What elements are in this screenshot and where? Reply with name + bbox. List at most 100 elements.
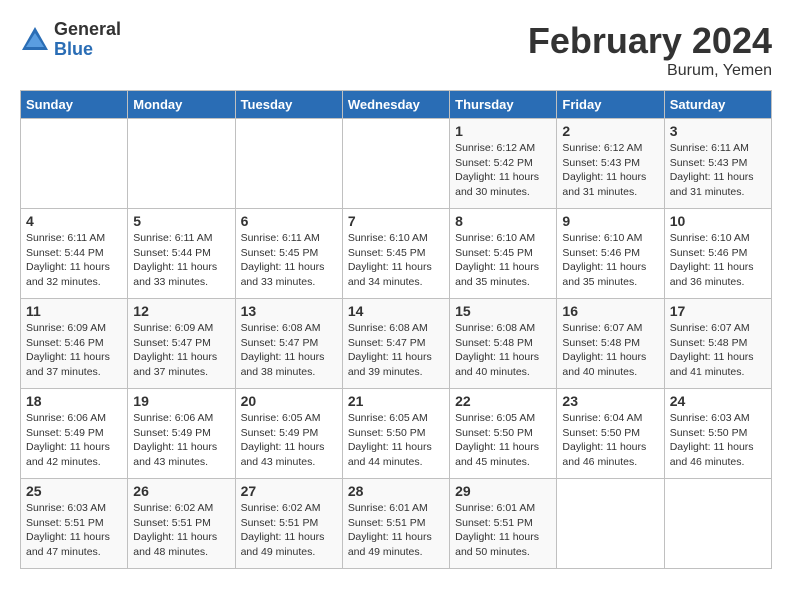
calendar-day-cell: 24 Sunrise: 6:03 AMSunset: 5:50 PMDayligh… [664,389,771,479]
col-header-thursday: Thursday [450,91,557,119]
calendar-day-cell: 19 Sunrise: 6:06 AMSunset: 5:49 PMDayligh… [128,389,235,479]
day-number: 4 [26,213,122,229]
col-header-sunday: Sunday [21,91,128,119]
day-info: Sunrise: 6:09 AMSunset: 5:46 PMDaylight:… [26,321,122,380]
day-number: 9 [562,213,658,229]
day-info: Sunrise: 6:08 AMSunset: 5:48 PMDaylight:… [455,321,551,380]
calendar-day-cell: 20 Sunrise: 6:05 AMSunset: 5:49 PMDayligh… [235,389,342,479]
day-info: Sunrise: 6:10 AMSunset: 5:45 PMDaylight:… [348,231,444,290]
calendar-day-cell: 10 Sunrise: 6:10 AMSunset: 5:46 PMDayligh… [664,209,771,299]
day-number: 26 [133,483,229,499]
calendar-day-cell: 7 Sunrise: 6:10 AMSunset: 5:45 PMDaylight… [342,209,449,299]
day-info: Sunrise: 6:07 AMSunset: 5:48 PMDaylight:… [562,321,658,380]
calendar-day-cell: 17 Sunrise: 6:07 AMSunset: 5:48 PMDayligh… [664,299,771,389]
calendar-day-cell: 21 Sunrise: 6:05 AMSunset: 5:50 PMDayligh… [342,389,449,479]
day-number: 21 [348,393,444,409]
calendar-day-cell: 2 Sunrise: 6:12 AMSunset: 5:43 PMDaylight… [557,119,664,209]
logo-general-text: General [54,20,121,40]
day-number: 8 [455,213,551,229]
day-info: Sunrise: 6:06 AMSunset: 5:49 PMDaylight:… [26,411,122,470]
calendar-day-cell [557,479,664,569]
day-number: 3 [670,123,766,139]
day-number: 29 [455,483,551,499]
logo-blue-text: Blue [54,40,121,60]
calendar-day-cell: 8 Sunrise: 6:10 AMSunset: 5:45 PMDaylight… [450,209,557,299]
day-number: 16 [562,303,658,319]
calendar-day-cell: 12 Sunrise: 6:09 AMSunset: 5:47 PMDayligh… [128,299,235,389]
day-number: 23 [562,393,658,409]
calendar-day-cell: 26 Sunrise: 6:02 AMSunset: 5:51 PMDayligh… [128,479,235,569]
day-info: Sunrise: 6:01 AMSunset: 5:51 PMDaylight:… [348,501,444,560]
day-number: 20 [241,393,337,409]
calendar-week-row: 25Sunrise: 6:03 AMSunset: 5:51 PMDayligh… [21,479,772,569]
month-year-title: February 2024 [528,20,772,62]
day-info: Sunrise: 6:08 AMSunset: 5:47 PMDaylight:… [241,321,337,380]
day-info: Sunrise: 6:02 AMSunset: 5:51 PMDaylight:… [241,501,337,560]
day-info: Sunrise: 6:03 AMSunset: 5:50 PMDaylight:… [670,411,766,470]
calendar-day-cell: 6 Sunrise: 6:11 AMSunset: 5:45 PMDaylight… [235,209,342,299]
day-info: Sunrise: 6:06 AMSunset: 5:49 PMDaylight:… [133,411,229,470]
calendar-day-cell [664,479,771,569]
day-info: Sunrise: 6:12 AMSunset: 5:42 PMDaylight:… [455,141,551,200]
day-number: 14 [348,303,444,319]
calendar-day-cell: 22 Sunrise: 6:05 AMSunset: 5:50 PMDayligh… [450,389,557,479]
logo: General Blue [20,20,121,60]
day-info: Sunrise: 6:08 AMSunset: 5:47 PMDaylight:… [348,321,444,380]
day-info: Sunrise: 6:05 AMSunset: 5:50 PMDaylight:… [348,411,444,470]
day-info: Sunrise: 6:03 AMSunset: 5:51 PMDaylight:… [26,501,122,560]
calendar-day-cell: 11 Sunrise: 6:09 AMSunset: 5:46 PMDayligh… [21,299,128,389]
logo-icon [20,25,50,55]
day-info: Sunrise: 6:10 AMSunset: 5:46 PMDaylight:… [562,231,658,290]
day-number: 11 [26,303,122,319]
calendar-day-cell: 1 Sunrise: 6:12 AMSunset: 5:42 PMDaylight… [450,119,557,209]
day-info: Sunrise: 6:05 AMSunset: 5:50 PMDaylight:… [455,411,551,470]
day-info: Sunrise: 6:07 AMSunset: 5:48 PMDaylight:… [670,321,766,380]
calendar-week-row: 18Sunrise: 6:06 AMSunset: 5:49 PMDayligh… [21,389,772,479]
day-number: 2 [562,123,658,139]
calendar-day-cell: 14 Sunrise: 6:08 AMSunset: 5:47 PMDayligh… [342,299,449,389]
day-number: 10 [670,213,766,229]
calendar-day-cell: 4 Sunrise: 6:11 AMSunset: 5:44 PMDaylight… [21,209,128,299]
day-info: Sunrise: 6:04 AMSunset: 5:50 PMDaylight:… [562,411,658,470]
calendar-day-cell: 13 Sunrise: 6:08 AMSunset: 5:47 PMDayligh… [235,299,342,389]
location-text: Burum, Yemen [528,62,772,80]
col-header-monday: Monday [128,91,235,119]
day-number: 22 [455,393,551,409]
day-info: Sunrise: 6:12 AMSunset: 5:43 PMDaylight:… [562,141,658,200]
day-info: Sunrise: 6:11 AMSunset: 5:45 PMDaylight:… [241,231,337,290]
calendar-day-cell: 25Sunrise: 6:03 AMSunset: 5:51 PMDayligh… [21,479,128,569]
day-number: 19 [133,393,229,409]
day-info: Sunrise: 6:11 AMSunset: 5:44 PMDaylight:… [133,231,229,290]
day-number: 17 [670,303,766,319]
day-info: Sunrise: 6:09 AMSunset: 5:47 PMDaylight:… [133,321,229,380]
day-info: Sunrise: 6:11 AMSunset: 5:43 PMDaylight:… [670,141,766,200]
day-info: Sunrise: 6:01 AMSunset: 5:51 PMDaylight:… [455,501,551,560]
calendar-week-row: 4 Sunrise: 6:11 AMSunset: 5:44 PMDaylight… [21,209,772,299]
calendar-day-cell: 5Sunrise: 6:11 AMSunset: 5:44 PMDaylight… [128,209,235,299]
day-number: 1 [455,123,551,139]
col-header-friday: Friday [557,91,664,119]
day-number: 24 [670,393,766,409]
day-info: Sunrise: 6:05 AMSunset: 5:49 PMDaylight:… [241,411,337,470]
col-header-tuesday: Tuesday [235,91,342,119]
calendar-day-cell: 3 Sunrise: 6:11 AMSunset: 5:43 PMDaylight… [664,119,771,209]
calendar-day-cell: 15Sunrise: 6:08 AMSunset: 5:48 PMDayligh… [450,299,557,389]
day-number: 6 [241,213,337,229]
day-info: Sunrise: 6:02 AMSunset: 5:51 PMDaylight:… [133,501,229,560]
day-info: Sunrise: 6:10 AMSunset: 5:46 PMDaylight:… [670,231,766,290]
calendar-day-cell: 23 Sunrise: 6:04 AMSunset: 5:50 PMDayligh… [557,389,664,479]
calendar-day-cell [128,119,235,209]
page-header: General Blue February 2024 Burum, Yemen [20,20,772,80]
calendar-week-row: 11 Sunrise: 6:09 AMSunset: 5:46 PMDayligh… [21,299,772,389]
day-info: Sunrise: 6:11 AMSunset: 5:44 PMDaylight:… [26,231,122,290]
calendar-table: SundayMondayTuesdayWednesdayThursdayFrid… [20,90,772,569]
calendar-day-cell [21,119,128,209]
day-number: 7 [348,213,444,229]
calendar-header-row: SundayMondayTuesdayWednesdayThursdayFrid… [21,91,772,119]
day-number: 12 [133,303,229,319]
calendar-day-cell: 18Sunrise: 6:06 AMSunset: 5:49 PMDayligh… [21,389,128,479]
day-number: 13 [241,303,337,319]
calendar-day-cell: 9 Sunrise: 6:10 AMSunset: 5:46 PMDaylight… [557,209,664,299]
col-header-wednesday: Wednesday [342,91,449,119]
day-info: Sunrise: 6:10 AMSunset: 5:45 PMDaylight:… [455,231,551,290]
